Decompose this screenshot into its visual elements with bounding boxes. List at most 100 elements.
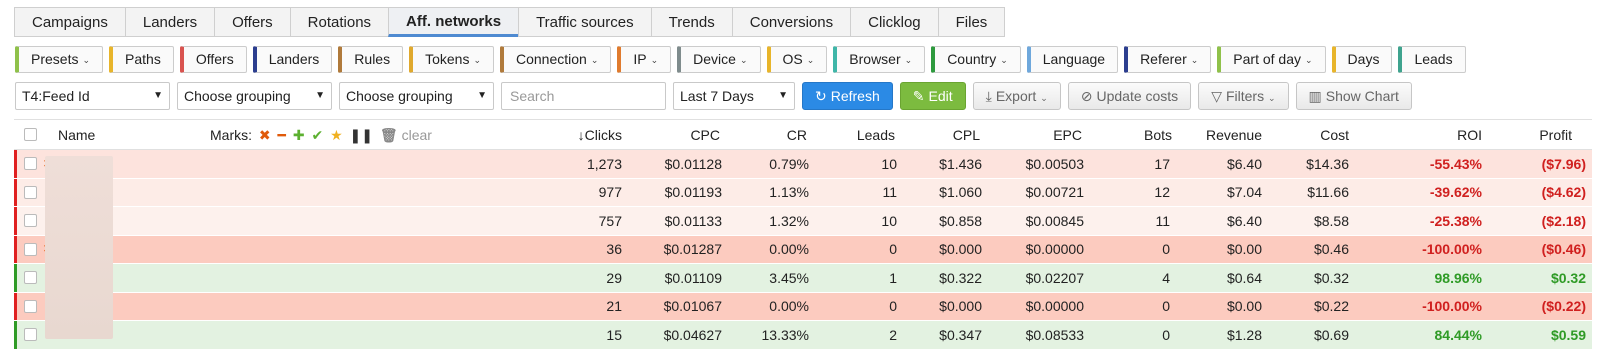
- chip-os[interactable]: OS ⌄: [766, 46, 828, 73]
- grouping-select-1[interactable]: T4:Feed Id ▼: [15, 82, 170, 110]
- tab-conversions[interactable]: Conversions: [731, 7, 851, 37]
- column-header-profit[interactable]: Profit: [1539, 127, 1572, 143]
- export-button[interactable]: ⤓ Export ⌄: [972, 82, 1061, 110]
- column-header-revenue[interactable]: Revenue: [1206, 127, 1262, 143]
- row-checkbox[interactable]: [24, 242, 37, 256]
- cell-cpc: $0.01128: [664, 155, 722, 172]
- table-row[interactable]: ✖36$0.012870.00%0$0.000$0.000000$0.00$0.…: [14, 235, 1592, 264]
- mark-star-icon[interactable]: ★: [330, 127, 343, 143]
- cell-cpl: $0.858: [939, 212, 982, 229]
- grouping-select-2[interactable]: Choose grouping ▼: [177, 82, 332, 110]
- row-checkbox[interactable]: [24, 214, 37, 227]
- date-range-select[interactable]: Last 7 Days ▼: [673, 82, 795, 110]
- row-checkbox[interactable]: [24, 185, 37, 199]
- column-header-name[interactable]: Name: [58, 127, 95, 143]
- cell-bots: 0: [1162, 241, 1170, 258]
- grouping-select-3[interactable]: Choose grouping ▼: [339, 82, 494, 110]
- row-checkbox[interactable]: [24, 299, 37, 313]
- chip-paths[interactable]: Paths: [109, 46, 174, 73]
- cell-roi: -55.43%: [1429, 155, 1482, 172]
- chip-browser[interactable]: Browser ⌄: [833, 46, 926, 73]
- row-checkbox[interactable]: [24, 271, 37, 284]
- chip-days[interactable]: Days: [1331, 46, 1393, 73]
- chip-tokens[interactable]: Tokens ⌄: [409, 46, 494, 73]
- table-header: Name Marks: ✖ ━ ✚ ✔ ★ ❚❚ 🗑 clear ↓Clicks…: [14, 119, 1592, 150]
- cell-profit: $0.32: [1550, 269, 1586, 286]
- cell-epc: $0.00721: [1025, 184, 1084, 201]
- chip-language[interactable]: Language: [1026, 46, 1119, 73]
- column-header-cr[interactable]: CR: [787, 127, 807, 143]
- tab-clicklog[interactable]: Clicklog: [850, 7, 938, 37]
- pencil-icon: ✎: [912, 88, 925, 104]
- chevron-down-icon: ⌄: [82, 55, 91, 65]
- table-row[interactable]: 29 $0.01109 3.45% 1 $0.322 $0.02207 4 $0.64 $0.3…: [14, 264, 1592, 293]
- mark-x-icon[interactable]: ✖: [259, 127, 271, 143]
- filters-button[interactable]: ▽ Filters ⌄: [1198, 82, 1289, 110]
- search-input[interactable]: Search: [501, 82, 666, 110]
- refresh-button[interactable]: ↻ Refresh: [802, 82, 893, 110]
- chip-country[interactable]: Country ⌄: [931, 46, 1021, 73]
- tab-aff-networks[interactable]: Aff. networks: [388, 7, 519, 37]
- chip-part-of-day[interactable]: Part of day ⌄: [1217, 46, 1326, 73]
- column-header-bots[interactable]: Bots: [1144, 127, 1172, 143]
- controls-bar: T4:Feed Id ▼ Choose grouping ▼ Choose grou…: [15, 82, 1412, 110]
- column-header-cpl[interactable]: CPL: [953, 127, 980, 143]
- chip-label: Country: [947, 51, 997, 67]
- select-all-checkbox[interactable]: [24, 128, 37, 141]
- download-icon: ⤓: [985, 88, 992, 104]
- column-header-roi[interactable]: ROI: [1457, 127, 1482, 143]
- grouping-select-2-value: Choose grouping: [184, 88, 291, 104]
- chip-landers[interactable]: Landers: [252, 46, 333, 73]
- chip-referer[interactable]: Referer ⌄: [1124, 46, 1212, 73]
- chip-label: Referer: [1140, 51, 1187, 67]
- column-header-leads[interactable]: Leads: [857, 127, 895, 143]
- select-arrow-icon: ▼: [315, 90, 325, 101]
- cell-cr: 1.32%: [769, 212, 809, 229]
- chip-offers[interactable]: Offers: [179, 46, 247, 73]
- column-header-epc[interactable]: EPC: [1053, 127, 1082, 143]
- tab-rotations[interactable]: Rotations: [289, 7, 389, 37]
- table-row[interactable]: 977 $0.01193 1.13% 11 $1.060 $0.00721 12 $7.04 $…: [14, 178, 1592, 207]
- tab-campaigns[interactable]: Campaigns: [14, 7, 125, 37]
- tab-traffic-sources[interactable]: Traffic sources: [518, 7, 651, 37]
- table-row[interactable]: 15 $0.04627 13.33% 2 $0.347 $0.08533 0 $1.28 $0.…: [14, 321, 1592, 350]
- table-row[interactable]: ✖1,273$0.011280.79%10$1.436$0.0050317$6.…: [14, 150, 1592, 179]
- mark-pause-icon[interactable]: ❚❚: [350, 127, 373, 143]
- cell-revenue: $6.40: [1226, 212, 1262, 229]
- row-checkbox[interactable]: [24, 328, 37, 341]
- mark-check-icon[interactable]: ✔: [311, 127, 323, 143]
- cell-bots: 12: [1154, 184, 1170, 201]
- trash-icon[interactable]: 🗑: [380, 127, 398, 143]
- tab-landers[interactable]: Landers: [124, 7, 215, 37]
- chip-connection[interactable]: Connection ⌄: [500, 46, 612, 73]
- row-status-bar: [14, 178, 17, 206]
- chip-leads[interactable]: Leads: [1398, 46, 1466, 73]
- column-header-cost[interactable]: Cost: [1320, 127, 1349, 143]
- cell-roi: 84.44%: [1434, 326, 1482, 343]
- cell-revenue: $7.04: [1226, 184, 1262, 201]
- table-row[interactable]: 757 $0.01133 1.32% 10 $0.858 $0.00845 11 $6.40 $…: [14, 207, 1592, 236]
- cell-revenue: $0.00: [1226, 298, 1262, 315]
- column-header-cpc[interactable]: CPC: [690, 127, 720, 143]
- cell-clicks: 36: [606, 241, 622, 258]
- row-checkbox[interactable]: [24, 157, 37, 170]
- row-status-bar: [14, 235, 17, 263]
- column-header-clicks[interactable]: ↓Clicks: [578, 127, 622, 143]
- table-row[interactable]: 21 $0.01067 0.00% 0 $0.000 $0.00000 0 $0.00 $0.2…: [14, 292, 1592, 321]
- tab-files[interactable]: Files: [937, 7, 1006, 37]
- mark-minus-icon[interactable]: ━: [278, 127, 286, 143]
- chip-label: IP: [633, 51, 647, 67]
- chip-presets[interactable]: Presets ⌄: [15, 46, 104, 73]
- update-costs-button[interactable]: ⊘ Update costs: [1067, 82, 1192, 110]
- chip-rules[interactable]: Rules: [338, 46, 404, 73]
- tab-trends[interactable]: Trends: [650, 7, 732, 37]
- chip-ip[interactable]: IP ⌄: [617, 46, 672, 73]
- show-chart-button[interactable]: ▥ Show Chart: [1295, 82, 1412, 110]
- edit-button[interactable]: ✎ Edit: [899, 82, 966, 110]
- tab-offers[interactable]: Offers: [214, 7, 290, 37]
- stats-table: Name Marks: ✖ ━ ✚ ✔ ★ ❚❚ 🗑 clear ↓Clicks…: [14, 119, 1592, 350]
- mark-plus-icon[interactable]: ✚: [293, 127, 305, 143]
- marks-clear-link[interactable]: clear: [402, 127, 432, 143]
- cell-revenue: $0.00: [1226, 241, 1262, 258]
- chip-device[interactable]: Device ⌄: [677, 46, 761, 73]
